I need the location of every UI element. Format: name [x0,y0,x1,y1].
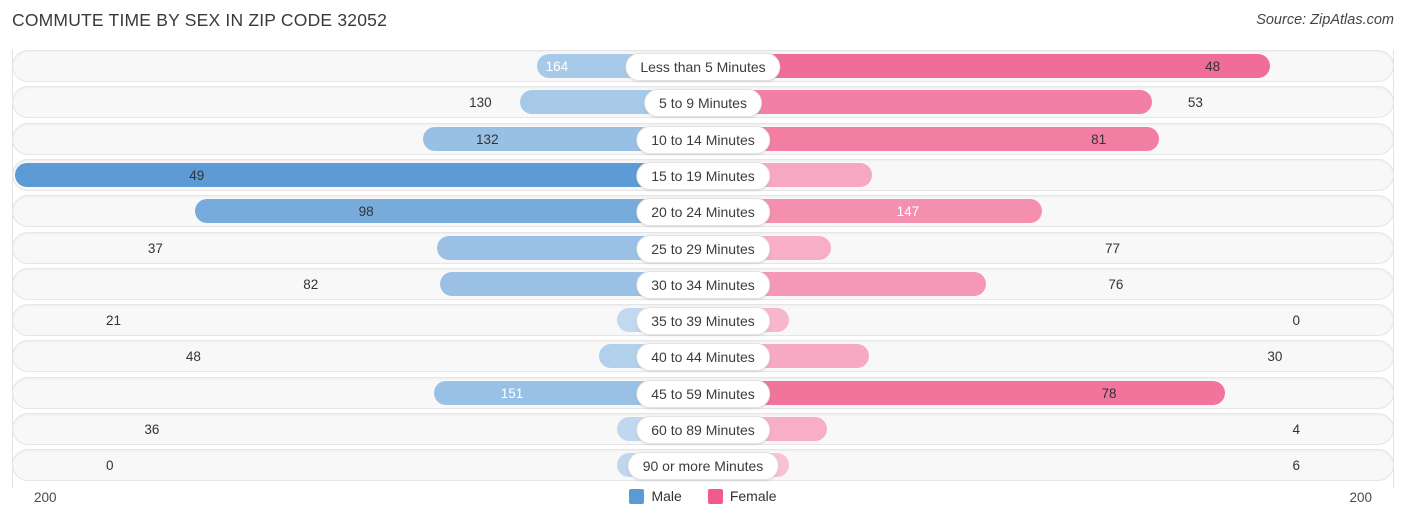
value-label-male: 30 [1267,349,1283,365]
row-content: 147 98 20 to 24 Minutes [13,196,1393,227]
category-label[interactable]: 25 to 29 Minutes [636,234,770,263]
category-label[interactable]: 30 to 34 Minutes [636,270,770,299]
category-label[interactable]: 45 to 59 Minutes [636,379,770,408]
value-label-male: 4 [1292,422,1300,437]
page-title: COMMUTE TIME BY SEX IN ZIP CODE 32052 [12,10,388,30]
value-label-female: 82 [303,276,319,292]
category-label[interactable]: 40 to 44 Minutes [636,343,770,372]
category-label[interactable]: 90 or more Minutes [627,452,779,481]
bar-male[interactable] [15,162,703,187]
table-row[interactable]: 147 98 20 to 24 Minutes [12,195,1394,228]
value-label-male: 147 [896,204,920,220]
category-label[interactable]: 10 to 14 Minutes [636,125,770,154]
legend-item-female[interactable]: Female [707,488,777,504]
value-label-female: 98 [358,204,374,220]
row-content: 30 48 40 to 44 Minutes [13,341,1393,372]
table-row[interactable]: 4 36 60 to 89 Minutes [12,413,1394,445]
source-attribution: Source: ZipAtlas.com [1256,12,1394,28]
legend-label-female: Female [729,488,777,504]
male-color-swatch [629,488,645,504]
chart-page: COMMUTE TIME BY SEX IN ZIP CODE 32052 So… [0,0,1406,523]
value-label-female: 49 [189,167,205,183]
legend-label-male: Male [651,488,682,504]
table-row[interactable]: 81 132 10 to 14 Minutes [12,122,1394,155]
table-row[interactable]: 78 151 45 to 59 Minutes [12,376,1394,409]
chart-plot-area: 48 164 Less than 5 Minutes 53 130 5 to 9 Minu… [12,50,1394,488]
chart-legend: Male Female [0,488,1406,504]
bar-female[interactable] [703,380,1225,405]
category-label[interactable]: 5 to 9 Minutes [644,89,762,118]
value-label-male: 0 [1292,313,1300,329]
value-label-male: 81 [1091,131,1107,147]
row-content: 76 82 30 to 34 Minutes [13,269,1393,299]
value-label-male: 78 [1101,385,1117,401]
row-content: 78 151 45 to 59 Minutes [13,378,1393,408]
table-row[interactable]: 1994915 to 19 Minutes [12,158,1394,191]
table-row[interactable]: 77 37 25 to 29 Minutes [12,231,1394,264]
value-label-male: 77 [1104,240,1120,256]
row-content: 48 164 Less than 5 Minutes [13,51,1393,81]
table-row[interactable]: 76 82 30 to 34 Minutes [12,267,1394,300]
bar-female[interactable] [703,54,1270,78]
bar-male[interactable] [195,199,703,224]
value-label-male: 6 [1292,458,1300,474]
row-content: 77 37 25 to 29 Minutes [13,233,1393,263]
value-label-female: 0 [106,458,114,474]
value-label-female: 130 [469,95,492,111]
bar-female[interactable] [703,90,1153,115]
table-row[interactable]: 53 130 5 to 9 Minutes [12,86,1394,119]
row-content: 53 130 5 to 9 Minutes [13,87,1393,118]
row-content: 1994915 to 19 Minutes [13,160,1393,190]
female-color-swatch [707,488,723,504]
value-label-male: 48 [1205,59,1221,74]
category-label[interactable]: 20 to 24 Minutes [636,198,770,227]
value-label-female: 151 [500,385,524,401]
table-row[interactable]: 0 21 35 to 39 Minutes [12,304,1394,337]
legend-item-male[interactable]: Male [629,488,682,504]
value-label-female: 37 [147,240,163,256]
value-label-male: 53 [1187,95,1203,111]
category-label[interactable]: 35 to 39 Minutes [636,307,770,336]
gridline-right [1393,50,1394,488]
value-label-female: 36 [144,422,160,437]
category-label[interactable]: 60 to 89 Minutes [636,416,770,444]
row-content: 6 0 90 or more Minutes [13,450,1393,481]
row-content: 81 132 10 to 14 Minutes [13,124,1393,154]
value-label-female: 21 [106,313,122,329]
value-label-female: 132 [476,131,499,147]
table-row[interactable]: 6 0 90 or more Minutes [12,449,1394,482]
category-label[interactable]: Less than 5 Minutes [625,53,781,81]
table-row[interactable]: 30 48 40 to 44 Minutes [12,340,1394,373]
row-content: 4 36 60 to 89 Minutes [13,414,1393,444]
value-label-female: 48 [185,349,201,365]
value-label-female: 164 [545,59,569,74]
table-row[interactable]: 48 164 Less than 5 Minutes [12,50,1394,82]
value-label-male: 76 [1108,276,1124,292]
row-content: 0 21 35 to 39 Minutes [13,305,1393,336]
category-label[interactable]: 15 to 19 Minutes [636,161,770,190]
